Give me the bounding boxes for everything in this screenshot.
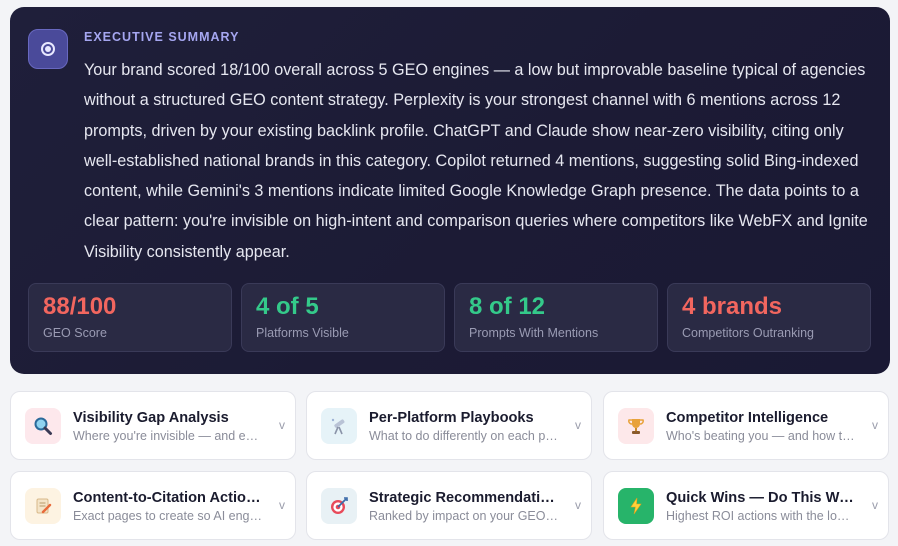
- card-competitor-intelligence[interactable]: Competitor Intelligence Who's beating yo…: [603, 391, 889, 460]
- card-quick-wins[interactable]: Quick Wins — Do This Week Highest ROI ac…: [603, 471, 889, 540]
- memo-icon: [25, 488, 61, 524]
- target-icon: [28, 29, 68, 69]
- card-title: Visibility Gap Analysis: [73, 410, 229, 426]
- stat-label: Platforms Visible: [256, 326, 349, 340]
- chevron-down-icon[interactable]: v: [575, 418, 581, 432]
- chevron-down-icon[interactable]: v: [575, 498, 581, 512]
- trophy-icon: [618, 408, 654, 444]
- telescope-icon: [321, 408, 357, 444]
- stat-platforms-visible: 4 of 5 Platforms Visible: [241, 283, 445, 352]
- stat-label: Competitors Outranking: [682, 326, 815, 340]
- card-per-platform-playbooks[interactable]: Per-Platform Playbooks What to do differ…: [306, 391, 592, 460]
- executive-summary-panel: EXECUTIVE SUMMARY Your brand scored 18/1…: [10, 7, 890, 374]
- card-title: Per-Platform Playbooks: [369, 410, 534, 426]
- stat-value: 4 brands: [682, 293, 783, 320]
- stat-geo-score: 88/100 GEO Score: [28, 283, 232, 352]
- card-visibility-gap-analysis[interactable]: Visibility Gap Analysis Where you're inv…: [10, 391, 296, 460]
- card-title: Competitor Intelligence: [666, 410, 829, 426]
- stat-label: Prompts With Mentions: [469, 326, 599, 340]
- card-subtitle: Who's beating you — and how they do it: [666, 429, 856, 443]
- stat-label: GEO Score: [43, 326, 107, 340]
- card-title: Content-to-Citation Action Plan: [73, 490, 263, 506]
- dart-icon: [321, 488, 357, 524]
- stat-value: 8 of 12: [469, 293, 546, 320]
- card-subtitle: Ranked by impact on your GEO score: [369, 509, 559, 523]
- card-title: Quick Wins — Do This Week: [666, 490, 856, 506]
- magnifier-icon: [25, 408, 61, 444]
- card-subtitle: Highest ROI actions with the lowest effo…: [666, 509, 856, 523]
- card-title: Strategic Recommendations: [369, 490, 559, 506]
- summary-text: Your brand scored 18/100 overall across …: [84, 61, 868, 261]
- card-subtitle: What to do differently on each platform: [369, 429, 559, 443]
- chevron-down-icon[interactable]: v: [279, 418, 285, 432]
- card-content-to-citation[interactable]: Content-to-Citation Action Plan Exact pa…: [10, 471, 296, 540]
- stat-competitors-outranking: 4 brands Competitors Outranking: [667, 283, 871, 352]
- card-strategic-recommendations[interactable]: Strategic Recommendations Ranked by impa…: [306, 471, 592, 540]
- lightning-icon: [618, 488, 654, 524]
- chevron-down-icon[interactable]: v: [872, 418, 878, 432]
- stat-value: 88/100: [43, 293, 117, 320]
- stat-prompts-with-mentions: 8 of 12 Prompts With Mentions: [454, 283, 658, 352]
- card-subtitle: Exact pages to create so AI engines cite…: [73, 509, 263, 523]
- card-subtitle: Where you're invisible — and exactly why: [73, 429, 263, 443]
- stat-value: 4 of 5: [256, 293, 319, 320]
- summary-eyebrow: EXECUTIVE SUMMARY: [84, 30, 240, 44]
- chevron-down-icon[interactable]: v: [279, 498, 285, 512]
- chevron-down-icon[interactable]: v: [872, 498, 878, 512]
